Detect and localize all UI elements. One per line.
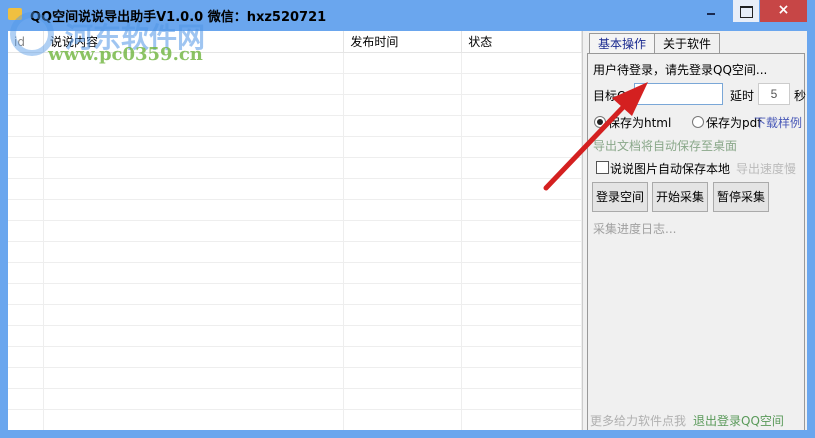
red-arrow-icon — [543, 82, 648, 191]
